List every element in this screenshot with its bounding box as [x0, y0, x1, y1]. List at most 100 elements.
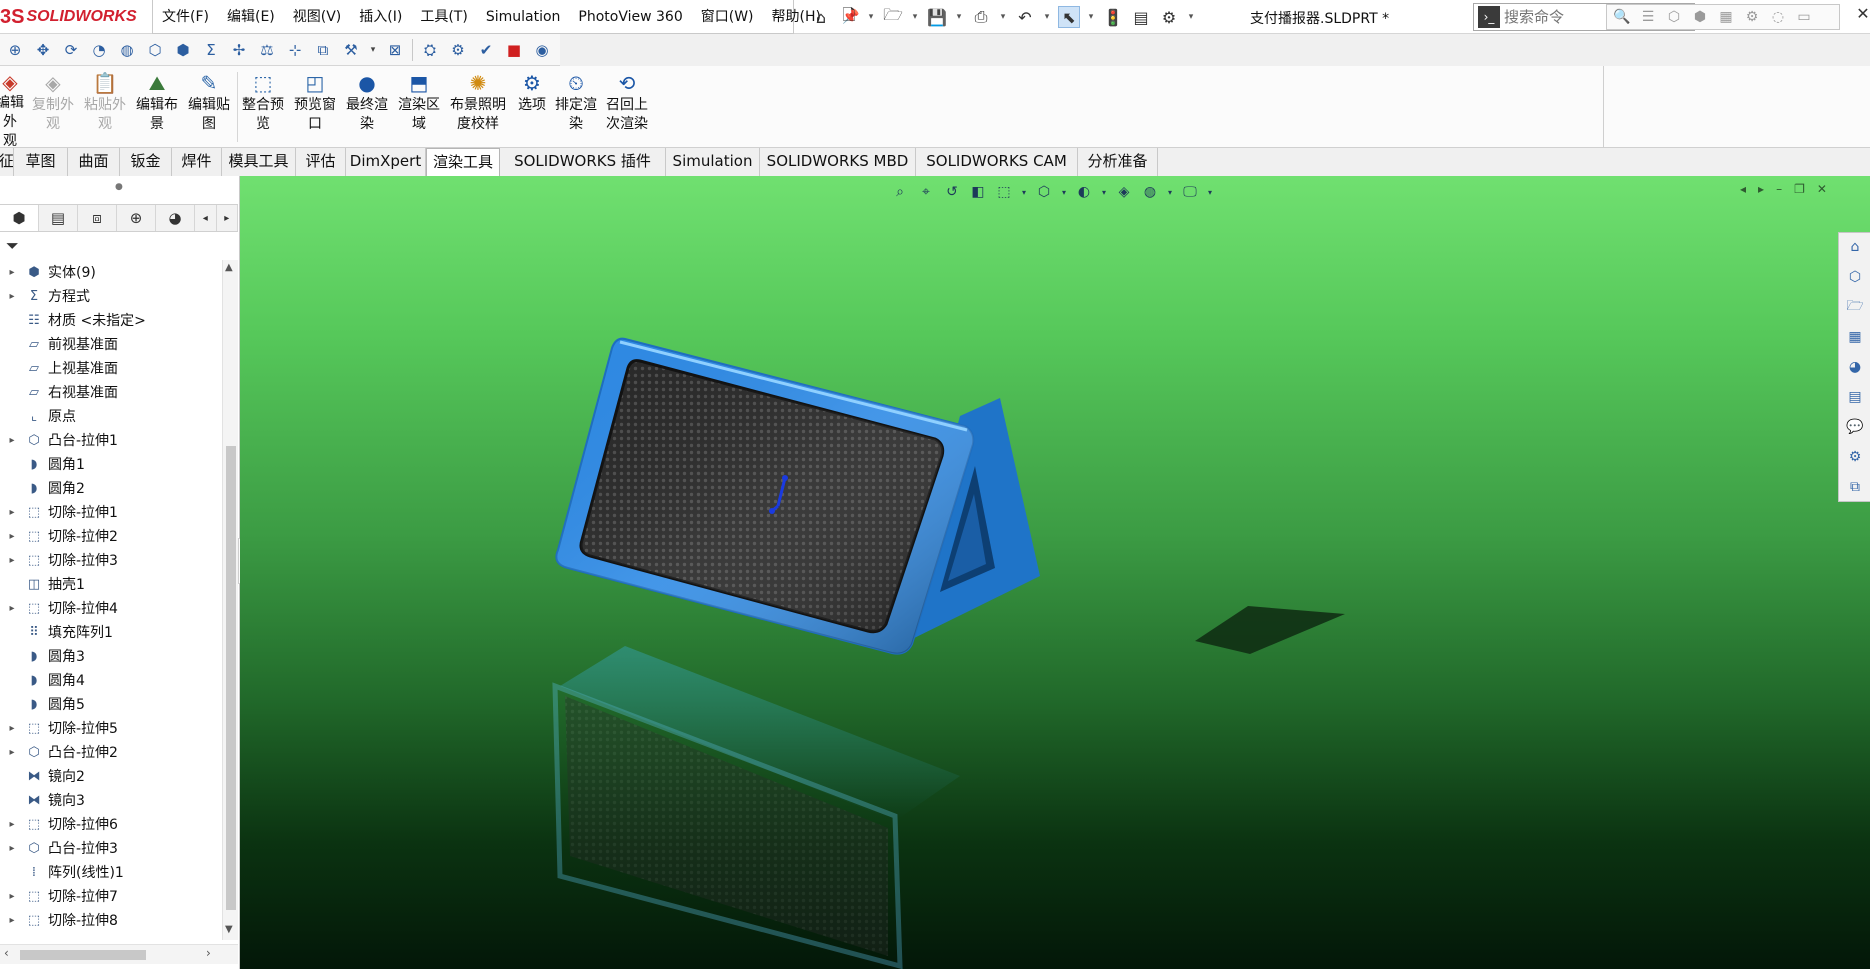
menu-window[interactable]: 窗口(W): [692, 0, 763, 34]
tree-item[interactable]: ▸ Σ 方程式: [0, 284, 222, 308]
component-icon[interactable]: ⬡: [1665, 8, 1683, 26]
expand-arrow-icon[interactable]: ▸: [0, 819, 24, 830]
macro-dropdown-icon[interactable]: ▾: [368, 39, 378, 61]
sensor-icon[interactable]: ⊹: [284, 39, 306, 61]
open-dropdown-icon[interactable]: ▾: [910, 6, 920, 28]
print-dropdown-icon[interactable]: ▾: [998, 6, 1008, 28]
design-check-icon[interactable]: ⚙: [447, 39, 469, 61]
scene-illumination-button[interactable]: ✺ 布景照明 度校样: [446, 70, 510, 146]
expand-arrow-icon[interactable]: ▸: [0, 507, 24, 518]
tree-item[interactable]: ◗ 圆角5: [0, 692, 222, 716]
expand-arrow-icon[interactable]: ▸: [0, 555, 24, 566]
configuration-manager-tab-icon[interactable]: ⧈: [78, 205, 118, 231]
expand-arrow-icon[interactable]: ▸: [0, 747, 24, 758]
rebuild-traffic-light-icon[interactable]: 🚦: [1102, 6, 1124, 28]
appearance-icon[interactable]: ◍: [116, 39, 138, 61]
tree-item[interactable]: ▱ 前视基准面: [0, 332, 222, 356]
edit-decal-button[interactable]: ✎ 编辑贴 图: [184, 70, 234, 146]
panel-grip-icon[interactable]: ●: [115, 182, 123, 192]
tree-item[interactable]: ⧓ 镜向2: [0, 764, 222, 788]
sheet-icon[interactable]: ▭: [1795, 8, 1813, 26]
graphics-area[interactable]: ⌕ ⌖ ↺ ◧ ⬚ ▾ ⬡ ▾ ◐ ▾ ◈ ◍ ▾ 🖵 ▾ ◂ ▸ – ❐ ✕: [240, 176, 1870, 969]
preview-window-button[interactable]: ◰ 预览窗 口: [290, 70, 340, 146]
expand-arrow-icon[interactable]: ▸: [0, 891, 24, 902]
rotate-view-icon[interactable]: ⟳: [60, 39, 82, 61]
solidworks-logo[interactable]: 3S SOLIDWORKS: [0, 5, 137, 29]
tree-item[interactable]: ▸ ⬚ 切除-拉伸7: [0, 884, 222, 908]
tree-item[interactable]: ▸ ⬡ 凸台-拉伸3: [0, 836, 222, 860]
tree-item[interactable]: ◗ 圆角2: [0, 476, 222, 500]
feature-tree-tab-icon[interactable]: ⬢: [0, 205, 40, 231]
tree-item[interactable]: ▱ 右视基准面: [0, 380, 222, 404]
tree-item[interactable]: ⁞ 阵列(线性)1: [0, 860, 222, 884]
render-region-button[interactable]: ⬒ 渲染区 域: [394, 70, 444, 146]
tree-item[interactable]: ⧓ 镜向3: [0, 788, 222, 812]
print-icon[interactable]: ⎙: [970, 6, 992, 28]
tree-item[interactable]: ◗ 圆角3: [0, 644, 222, 668]
menu-file[interactable]: 文件(F): [153, 0, 218, 34]
home-icon[interactable]: ⌂: [810, 6, 832, 28]
tree-item[interactable]: ▱ 上视基准面: [0, 356, 222, 380]
open-folder-icon[interactable]: 🗁: [882, 5, 904, 28]
menu-photoview[interactable]: PhotoView 360: [569, 0, 691, 34]
tab-sketch[interactable]: 草图: [14, 148, 68, 176]
undo-icon[interactable]: ↶: [1014, 6, 1036, 28]
scroll-thumb[interactable]: [226, 446, 236, 910]
tree-item[interactable]: ☷ 材质 <未指定>: [0, 308, 222, 332]
new-document-icon[interactable]: 🗋: [838, 5, 860, 28]
menu-tools[interactable]: 工具(T): [411, 0, 476, 34]
speaker-model-render[interactable]: [240, 176, 1870, 969]
final-render-button[interactable]: ● 最终渲 染: [342, 70, 392, 146]
mass-properties-icon[interactable]: ⚖: [256, 39, 278, 61]
options-button[interactable]: ⚙ 选项: [512, 70, 552, 146]
filter-icon[interactable]: ⏷: [6, 236, 19, 256]
tree-item[interactable]: ▸ ⬚ 切除-拉伸2: [0, 524, 222, 548]
paste-appearance-button[interactable]: 📋 粘贴外 观: [80, 70, 130, 146]
tab-analysis-prep[interactable]: 分析准备: [1078, 148, 1158, 176]
dimxpert-manager-tab-icon[interactable]: ⊕: [117, 205, 157, 231]
gear-assembly-icon[interactable]: ⚙: [1743, 8, 1761, 26]
menu-view[interactable]: 视图(V): [284, 0, 351, 34]
tab-evaluate[interactable]: 评估: [296, 148, 346, 176]
scroll-right-icon[interactable]: ›: [206, 946, 211, 960]
expand-arrow-icon[interactable]: ▸: [0, 843, 24, 854]
tree-item[interactable]: ◗ 圆角4: [0, 668, 222, 692]
edit-scene-button[interactable]: ⛰ 编辑布 景: [132, 70, 182, 146]
tabs-scroll-left-icon[interactable]: ◂: [195, 205, 217, 231]
tree-item[interactable]: ◫ 抽壳1: [0, 572, 222, 596]
schedule-render-button[interactable]: ⏲ 排定渲 染: [552, 70, 600, 146]
compare-icon[interactable]: ⊠: [384, 39, 406, 61]
menu-simulation[interactable]: Simulation: [477, 0, 570, 34]
zoom-to-fit-icon[interactable]: ⊕: [4, 39, 26, 61]
tab-weldments[interactable]: 焊件: [172, 148, 222, 176]
expand-arrow-icon[interactable]: ▸: [0, 267, 24, 278]
tree-item[interactable]: ◗ 圆角1: [0, 452, 222, 476]
tree-vertical-scrollbar[interactable]: ▲ ▼: [222, 260, 238, 940]
expand-arrow-icon[interactable]: ▸: [0, 723, 24, 734]
assembly-icon[interactable]: ⬢: [1691, 8, 1709, 26]
solidworks-resources-icon[interactable]: ⌂: [1844, 237, 1866, 257]
expand-arrow-icon[interactable]: ▸: [0, 291, 24, 302]
scroll-left-icon[interactable]: ‹: [4, 946, 9, 960]
feature-statistics-icon[interactable]: ⛭: [419, 39, 441, 61]
tab-sheet-metal[interactable]: 钣金: [120, 148, 172, 176]
hide-icon[interactable]: ◌: [1769, 8, 1787, 26]
options-gear-icon[interactable]: ⚙: [1158, 6, 1180, 28]
copy-settings-icon[interactable]: ⧉: [312, 39, 334, 61]
expand-arrow-icon[interactable]: ▸: [0, 531, 24, 542]
select-pointer-icon[interactable]: ⬉: [1058, 6, 1080, 28]
tree-item[interactable]: ▸ ⬚ 切除-拉伸4: [0, 596, 222, 620]
design-library-icon[interactable]: ⬡: [1844, 267, 1866, 287]
drawing-icon[interactable]: ▦: [1717, 8, 1735, 26]
tree-item[interactable]: ▸ ⬚ 切除-拉伸3: [0, 548, 222, 572]
tree-item[interactable]: ▸ ⬚ 切除-拉伸6: [0, 812, 222, 836]
addins-icon[interactable]: ⧉: [1844, 477, 1866, 497]
tab-mold-tools[interactable]: 模具工具: [222, 148, 296, 176]
check-icon[interactable]: ✔: [475, 39, 497, 61]
tab-dimxpert[interactable]: DimXpert: [346, 148, 426, 176]
tree-item[interactable]: ▸ ⬡ 凸台-拉伸2: [0, 740, 222, 764]
tab-solidworks-mbd[interactable]: SOLIDWORKS MBD: [760, 148, 916, 176]
tab-surfaces[interactable]: 曲面: [68, 148, 120, 176]
menu-insert[interactable]: 插入(I): [350, 0, 411, 34]
tab-render-tools[interactable]: 渲染工具: [426, 148, 500, 176]
